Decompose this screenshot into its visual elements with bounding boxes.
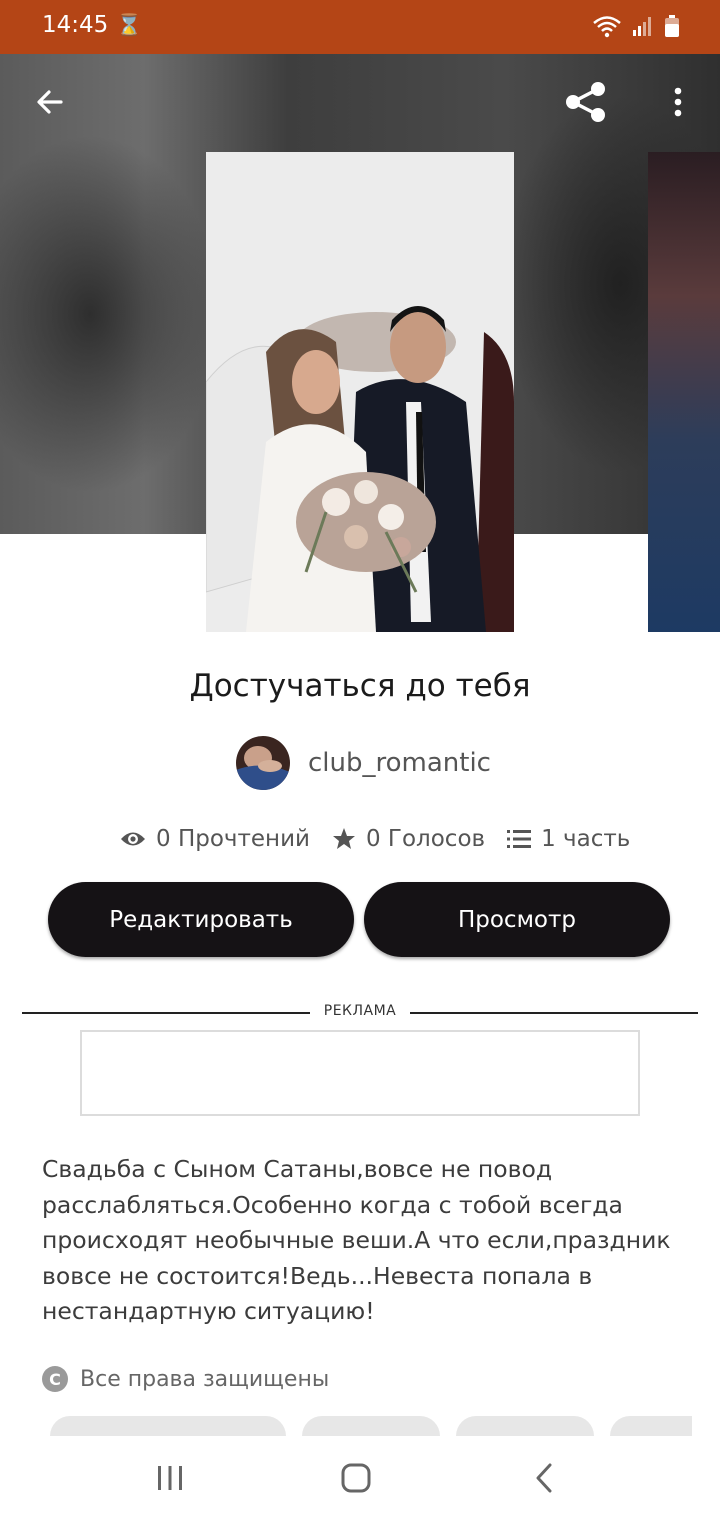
reads-count: 0 Прочтений — [156, 826, 310, 852]
copyright-text: Все права защищены — [80, 1366, 330, 1392]
tag-chip[interactable] — [302, 1416, 440, 1436]
star-icon — [332, 827, 356, 851]
tag-chip[interactable] — [610, 1416, 692, 1436]
status-icons — [592, 14, 680, 38]
tag-list — [0, 1416, 692, 1436]
wifi-icon — [592, 14, 622, 38]
share-button[interactable] — [558, 74, 614, 130]
recents-button[interactable] — [130, 1450, 210, 1506]
book-description: Свадьба с Сыном Сатаны,вовсе не повод ра… — [42, 1155, 671, 1325]
parts-stat: 1 часть — [507, 826, 630, 852]
copyright-icon: C — [42, 1366, 68, 1392]
hourglass-icon: ⌛ — [116, 13, 143, 37]
battery-icon — [664, 14, 680, 38]
view-button[interactable]: Просмотр — [364, 882, 670, 957]
votes-stat: 0 Голосов — [332, 826, 485, 852]
list-icon — [507, 829, 532, 849]
tag-chip[interactable] — [50, 1416, 286, 1436]
ad-label: РЕКЛАМА — [323, 1003, 397, 1019]
author-name[interactable]: club_romantic — [308, 748, 491, 778]
share-icon — [566, 82, 605, 122]
system-nav-bar — [0, 1436, 720, 1520]
home-button[interactable] — [316, 1450, 396, 1506]
recents-icon — [158, 1466, 182, 1490]
tag-chip[interactable] — [456, 1416, 594, 1436]
edit-button[interactable]: Редактировать — [48, 882, 354, 957]
book-cover[interactable] — [206, 152, 514, 632]
parts-count: 1 часть — [541, 826, 631, 852]
votes-count: 0 Голосов — [365, 826, 486, 852]
signal-icon — [632, 15, 654, 37]
back-chevron-icon — [536, 1463, 552, 1493]
home-icon — [341, 1463, 371, 1493]
status-time: 14:45 — [42, 12, 109, 38]
book-stats: 0 Прочтений 0 Голосов 1 часть — [120, 820, 652, 858]
more-vertical-icon — [674, 87, 682, 117]
reads-stat: 0 Прочтений — [120, 826, 310, 852]
author[interactable]: club_romantic — [236, 736, 491, 790]
divider — [22, 1012, 310, 1014]
status-bar: 14:45 ⌛ — [0, 0, 720, 54]
ad-banner[interactable] — [80, 1030, 640, 1116]
eye-icon — [120, 829, 146, 849]
next-book-cover[interactable] — [648, 152, 720, 632]
book-title: Достучаться до тебя — [189, 668, 531, 704]
avatar[interactable] — [236, 736, 290, 790]
back-button[interactable] — [22, 74, 78, 130]
more-button[interactable] — [650, 74, 706, 130]
divider — [410, 1012, 698, 1014]
copyright: C Все права защищены — [42, 1366, 329, 1392]
arrow-left-icon — [37, 90, 63, 114]
nav-back-button[interactable] — [504, 1450, 584, 1506]
cover-illustration — [206, 152, 514, 632]
